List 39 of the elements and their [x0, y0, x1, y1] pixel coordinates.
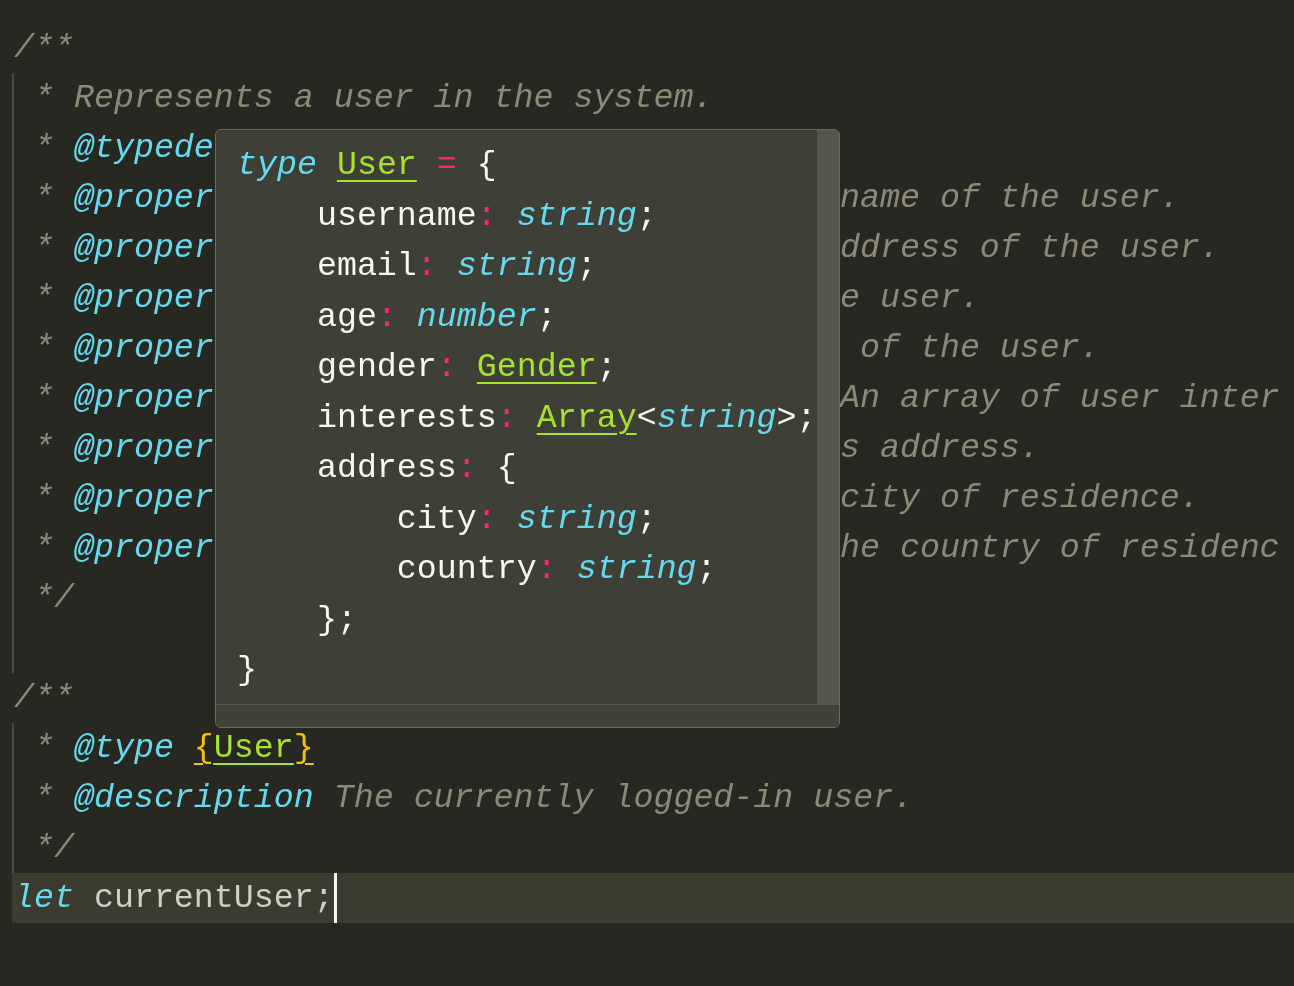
code-line: * @proper — [32, 478, 214, 519]
code-line: let currentUser; — [14, 878, 334, 919]
code-line: * @proper — [32, 178, 214, 219]
code-line: gender: Gender; — [315, 347, 617, 388]
code-line: */ — [32, 828, 74, 869]
text-cursor — [333, 873, 337, 923]
scrollbar[interactable] — [216, 704, 839, 727]
code-line: * @proper — [32, 428, 214, 469]
code-line: country: string; — [395, 549, 717, 590]
code-line: * @typede — [32, 128, 214, 169]
code-line: ddress of the user. — [840, 228, 1220, 269]
code-line: * @proper — [32, 278, 214, 319]
code-line: * Represents a user in the system. — [32, 78, 714, 119]
code-line: email: string; — [315, 246, 597, 287]
code-line: he country of residenc — [840, 528, 1280, 569]
code-line: name of the user. — [840, 178, 1180, 219]
code-line: * @proper — [32, 328, 214, 369]
code-line: s address. — [840, 428, 1040, 469]
code-line: /** — [14, 678, 74, 719]
code-line: /** — [14, 28, 74, 69]
code-line: interests: Array<string>; — [315, 397, 817, 439]
code-line: * @proper — [32, 528, 214, 569]
code-line: * @proper — [32, 228, 214, 269]
code-line: An array of user inter — [840, 378, 1280, 419]
scrollbar[interactable] — [816, 130, 839, 704]
code-line: e user. — [840, 278, 980, 319]
code-line: of the user. — [858, 328, 1100, 369]
code-line: city of residence. — [840, 478, 1200, 519]
code-line: } — [237, 650, 257, 691]
code-line: age: number; — [315, 296, 557, 338]
code-line: type User = { — [237, 145, 497, 186]
code-line: city: string; — [395, 498, 657, 540]
code-line: */ — [32, 578, 74, 619]
code-line: address: { — [315, 448, 517, 489]
code-line: username: string; — [315, 195, 657, 237]
code-line: * @proper — [32, 378, 214, 419]
code-line: * @description The currently logged-in user. — [32, 778, 914, 819]
code-line: * @type {User} — [32, 728, 314, 769]
code-line: }; — [315, 599, 357, 641]
